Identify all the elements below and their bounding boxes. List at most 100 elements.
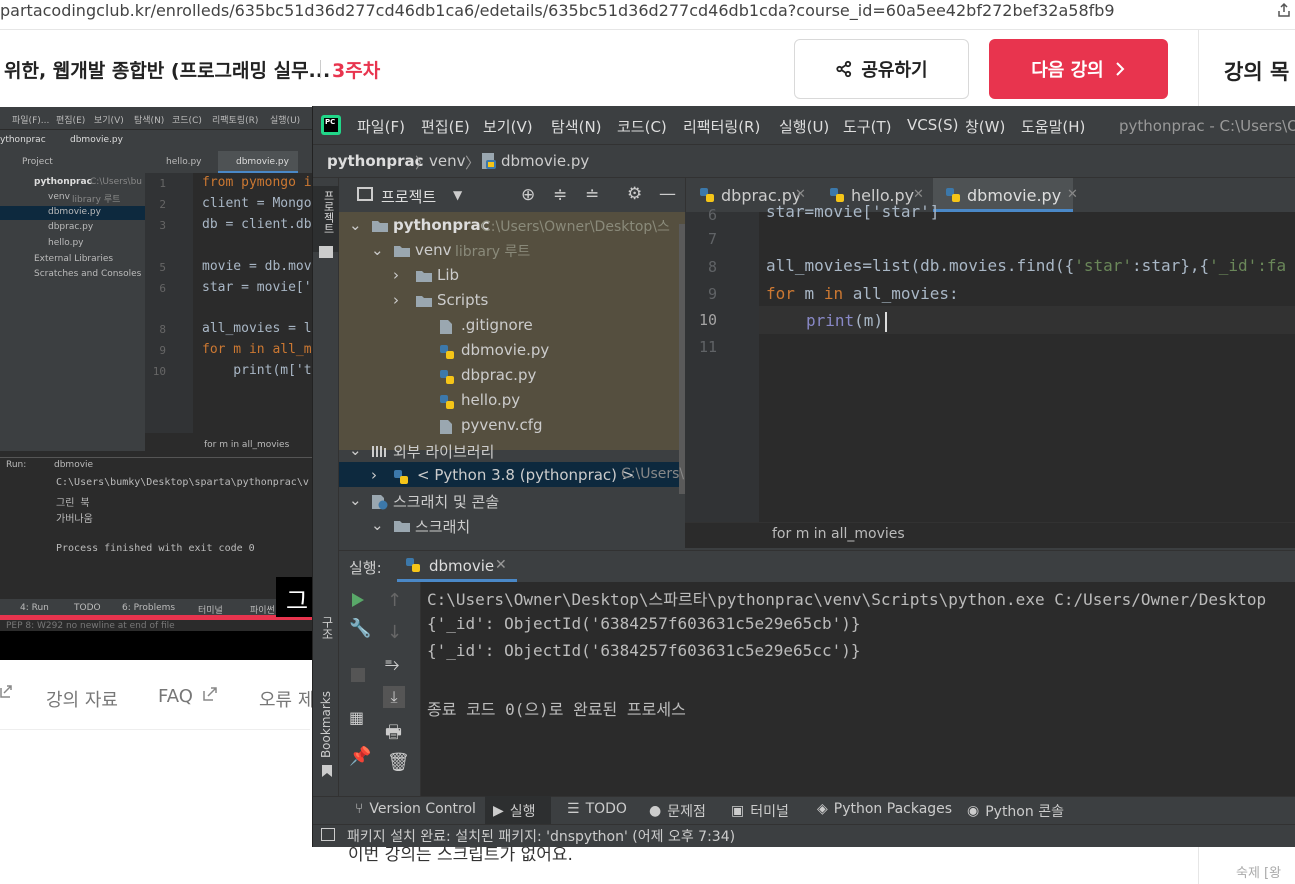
structure-strip-label[interactable]: 구조	[319, 616, 336, 640]
console-line: 종료 코드 0(으)로 완료된 프로세스	[427, 700, 686, 719]
arrow-down-icon[interactable]: ↓	[387, 622, 402, 643]
python-file-icon	[439, 394, 455, 410]
line-number: 10	[152, 365, 166, 378]
expand-arrow-icon[interactable]: ⌄	[371, 516, 384, 534]
soft-wrap-icon[interactable]: ⥱	[385, 654, 399, 675]
tree-item[interactable]: hello.py	[461, 391, 520, 409]
tree-item[interactable]: dbprac.py	[461, 366, 536, 384]
project-panel-title[interactable]: 프로젝트	[381, 186, 436, 207]
menu-item[interactable]: 코드(C)	[617, 116, 667, 137]
bottom-tab-active[interactable]: ▶ 실행	[493, 801, 536, 821]
tree-item[interactable]: 스크래치 및 콘솔	[393, 491, 499, 512]
close-icon[interactable]: ✕	[1067, 187, 1078, 202]
bottom-tab[interactable]: ◉ Python 콘솔	[967, 801, 1064, 821]
menu-item[interactable]: VCS(S)	[907, 116, 958, 134]
minimize-icon[interactable]: —	[659, 184, 676, 204]
expand-arrow-icon[interactable]: ⌄	[349, 216, 362, 234]
tree-item[interactable]: .gitignore	[461, 316, 533, 334]
menu-item[interactable]: 리팩터링(R)	[683, 116, 760, 137]
breadcrumb-venv[interactable]: venv	[429, 152, 466, 170]
terminal-icon: ▣	[731, 803, 745, 819]
menu-item: 코드(C)	[172, 116, 202, 126]
tree-item[interactable]: dbmovie.py	[461, 341, 549, 359]
expand-arrow-icon[interactable]: ⌄	[371, 241, 384, 259]
bottom-tab[interactable]: ◈ Python Packages	[817, 801, 952, 817]
breadcrumb-project[interactable]: pythonprac	[327, 152, 424, 170]
editor-scope-breadcrumb[interactable]: for m in all_movies	[772, 526, 905, 542]
error-report-link[interactable]: 오류 제	[259, 686, 314, 712]
homework-label[interactable]: 숙제 [왕	[1236, 862, 1281, 881]
locate-icon[interactable]: ⊕	[521, 185, 535, 205]
close-icon[interactable]: ✕	[795, 187, 806, 202]
python-file-icon	[439, 369, 455, 385]
expand-arrow-icon[interactable]: ›	[371, 466, 377, 484]
print-icon[interactable]: 🖶	[385, 720, 402, 750]
expand-arrow-icon[interactable]: ›	[393, 266, 399, 284]
share-label: 공유하기	[861, 60, 928, 81]
video-progress-bar[interactable]	[0, 615, 312, 620]
address-bar[interactable]: partacodingclub.kr/enrolleds/635bc51d36d…	[0, 0, 1295, 30]
bottom-tab[interactable]: ⑂ Version Control	[355, 801, 476, 817]
menu-item[interactable]: 파일(F)	[357, 116, 405, 137]
tree-item[interactable]: pyvenv.cfg	[461, 416, 543, 434]
bottom-tab[interactable]: ▣ 터미널	[731, 801, 789, 821]
tree-item[interactable]: 외부 라이브러리	[393, 441, 494, 462]
materials-link[interactable]: 강의 자료	[46, 686, 118, 712]
pin-icon[interactable]: 📌	[349, 746, 371, 767]
tree-item[interactable]: 스크래치	[415, 516, 470, 537]
tree-item: hello.py	[48, 238, 84, 248]
menu-item[interactable]: 보기(V)	[483, 116, 533, 137]
python-file-icon	[699, 187, 715, 203]
bottom-tab[interactable]: ● 문제점	[649, 801, 706, 821]
editor-tab-active[interactable]: dbmovie.py	[967, 186, 1061, 205]
folder-icon	[393, 519, 411, 533]
menu-item[interactable]: 도움말(H)	[1021, 116, 1085, 137]
tree-item[interactable]: < Python 3.8 (pythonprac) >	[417, 466, 634, 484]
menu-item[interactable]: 창(W)	[965, 116, 1005, 137]
menu-item[interactable]: 도구(T)	[843, 116, 891, 137]
line-number: 3	[159, 219, 166, 232]
next-lesson-button[interactable]: 다음 강의	[989, 39, 1168, 99]
menu-item: 탐색(N)	[134, 116, 165, 126]
tree-item: dbmovie.py	[48, 207, 101, 217]
close-icon[interactable]: ✕	[495, 557, 507, 573]
expand-arrow-icon[interactable]: ⌄	[349, 491, 362, 509]
console-line: Process finished with exit code 0	[56, 543, 255, 554]
wrench-icon[interactable]: 🔧	[349, 618, 371, 639]
menu-item[interactable]: 편집(E)	[421, 116, 470, 137]
stop-icon[interactable]	[351, 668, 365, 682]
breadcrumb-file[interactable]: dbmovie.py	[501, 152, 589, 170]
code-line: all_movies=list(db.movies.find({'star':s…	[766, 256, 1287, 275]
bottom-tab-label: 문제점	[667, 804, 706, 820]
tree-item: Scratches and Consoles	[34, 269, 142, 279]
expand-all-icon[interactable]: ≑	[553, 185, 567, 205]
editor-tab: hello.py	[166, 157, 202, 167]
scroll-to-end-icon[interactable]: ⤓	[383, 686, 405, 708]
trash-icon[interactable]: 🗑	[387, 752, 410, 773]
bookmarks-strip-label[interactable]: Bookmarks	[319, 691, 333, 758]
share-page-icon[interactable]	[1276, 2, 1292, 18]
code-line: all_movies = l	[202, 321, 312, 336]
chevron-down-icon[interactable]: ▼	[453, 188, 462, 202]
expand-arrow-icon[interactable]: ⌄	[349, 441, 362, 459]
pycharm-window: PC pythonprac - C:\Users\O pythonprac 〉 …	[312, 106, 1295, 847]
arrow-up-icon[interactable]: ↑	[387, 590, 402, 611]
tree-item[interactable]: Scripts	[437, 291, 488, 309]
expand-arrow-icon[interactable]: ›	[393, 291, 399, 309]
bottom-tab[interactable]: ☰ TODO	[567, 801, 627, 817]
tree-item[interactable]: venv	[415, 241, 452, 259]
close-icon[interactable]: ✕	[913, 187, 924, 202]
collapse-all-icon[interactable]: ≐	[585, 185, 599, 205]
menu-item[interactable]: 탐색(N)	[551, 116, 602, 137]
rerun-icon[interactable]	[351, 592, 365, 608]
lecture-video[interactable]: 파일(F)... 편집(E) 보기(V) 탐색(N) 코드(C) 리팩토링(R)…	[0, 107, 312, 660]
tree-item[interactable]: Lib	[437, 266, 459, 284]
gear-icon[interactable]: ⚙	[627, 184, 642, 204]
tree-item[interactable]: pythonprac	[393, 216, 490, 234]
share-button[interactable]: 공유하기	[794, 39, 969, 99]
menu-item[interactable]: 실행(U)	[779, 116, 829, 137]
problems-icon: ●	[649, 803, 662, 819]
layout-icon[interactable]: ▦	[349, 708, 364, 727]
faq-link[interactable]: FAQ	[158, 686, 193, 707]
panel-toggle-icon[interactable]	[321, 828, 335, 841]
